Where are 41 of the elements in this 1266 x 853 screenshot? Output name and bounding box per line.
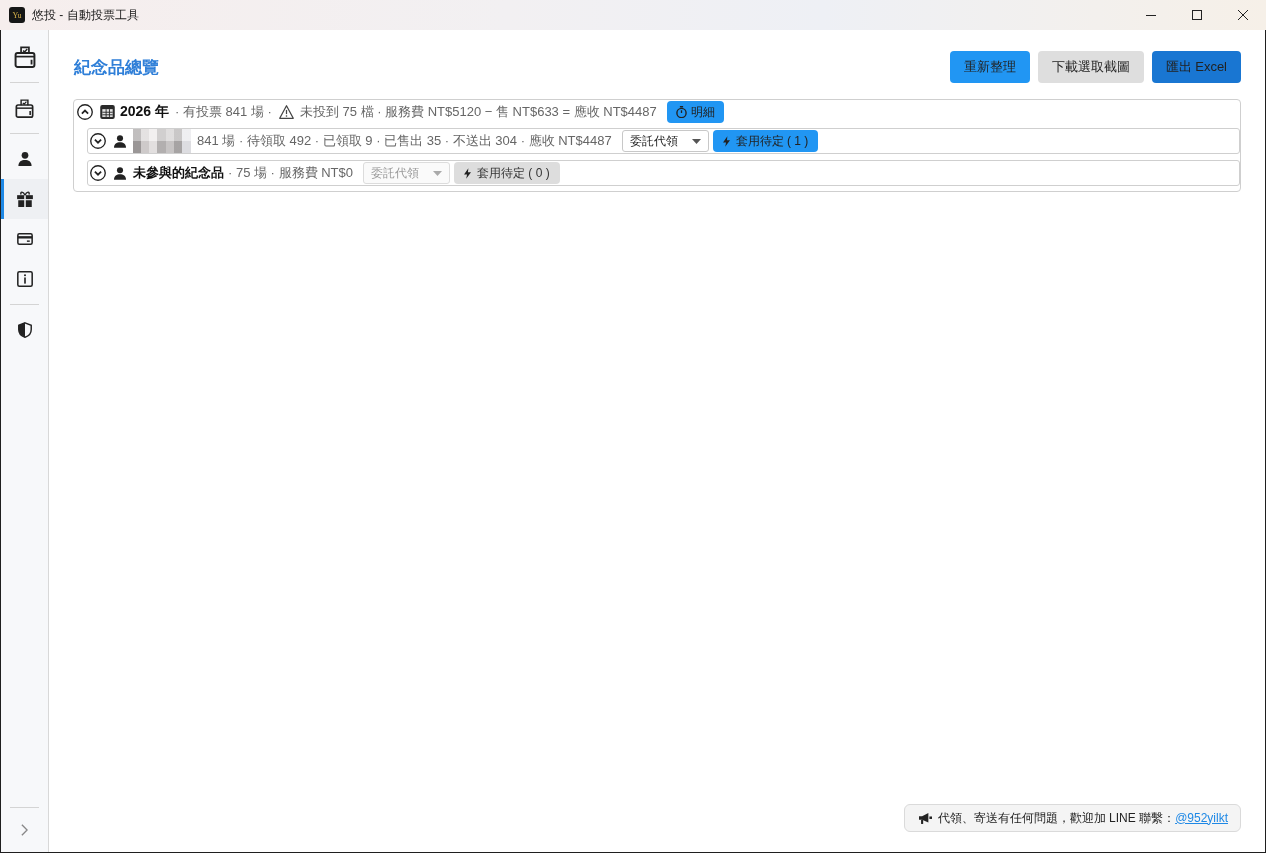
gift-icon [16, 191, 33, 207]
app-logo: Yu [9, 7, 25, 23]
shield-icon [17, 322, 32, 338]
method-dropdown[interactable]: 委託代領 [621, 130, 709, 152]
chevron-right-icon [21, 824, 28, 836]
ballot-box-icon [13, 46, 36, 68]
lightning-icon [463, 167, 471, 179]
notice-text: 代領、寄送有任何問題，歡迎加 LINE 聯繫：@952yilkt [937, 809, 1228, 827]
year-label: 2026 年 [120, 103, 170, 121]
chevron-down-circle-icon[interactable] [90, 133, 106, 149]
person-icon [114, 134, 126, 148]
window-title: 悠投 - 自動投票工具 [32, 6, 139, 24]
page-title: 紀念品總覽 [74, 56, 159, 79]
card-icon [16, 233, 33, 245]
download-screenshot-button[interactable]: 下載選取截圖 [1037, 51, 1144, 83]
summary-text: · 有投票 841 場 · [175, 103, 272, 121]
line-id-link[interactable]: @952yilkt [1175, 810, 1228, 825]
summary-text: 未投到 75 檔 · 服務費 NT$5120 − 售 NT$633 = 應收 NT$4487 [299, 103, 657, 121]
megaphone-icon [918, 812, 932, 824]
summary-text: 841 場 · 待領取 492 · 已領取 9 · 已售出 35 · 不送出 304 · 應收 NT$4487 [197, 132, 612, 150]
info-icon [16, 271, 33, 287]
refresh-button[interactable]: 重新整理 [949, 51, 1030, 83]
caret-down-icon [691, 138, 701, 144]
minimize-icon [1146, 14, 1156, 16]
chevron-down-circle-icon[interactable] [90, 165, 106, 181]
group-name: 未參與的紀念品 [133, 164, 224, 182]
maximize-icon [1192, 10, 1202, 20]
chevron-up-circle-icon[interactable] [77, 104, 93, 120]
person-icon [17, 152, 32, 166]
caret-down-icon [432, 170, 442, 176]
sidebar-nav-button[interactable] [1, 179, 48, 219]
ballot-box-icon [15, 98, 34, 118]
summary-text: · 75 場 · 服務費 NT$0 [228, 164, 353, 182]
stopwatch-icon [675, 106, 687, 118]
lightning-icon [722, 135, 730, 147]
person-icon [114, 166, 126, 180]
detail-button[interactable]: 明細 [666, 101, 724, 123]
apply-pending-button[interactable]: 套用待定 ( 1 ) [712, 130, 819, 152]
close-icon [1238, 10, 1248, 20]
calendar-icon [100, 105, 115, 119]
export-excel-button[interactable]: 匯出 Excel [1151, 51, 1241, 83]
